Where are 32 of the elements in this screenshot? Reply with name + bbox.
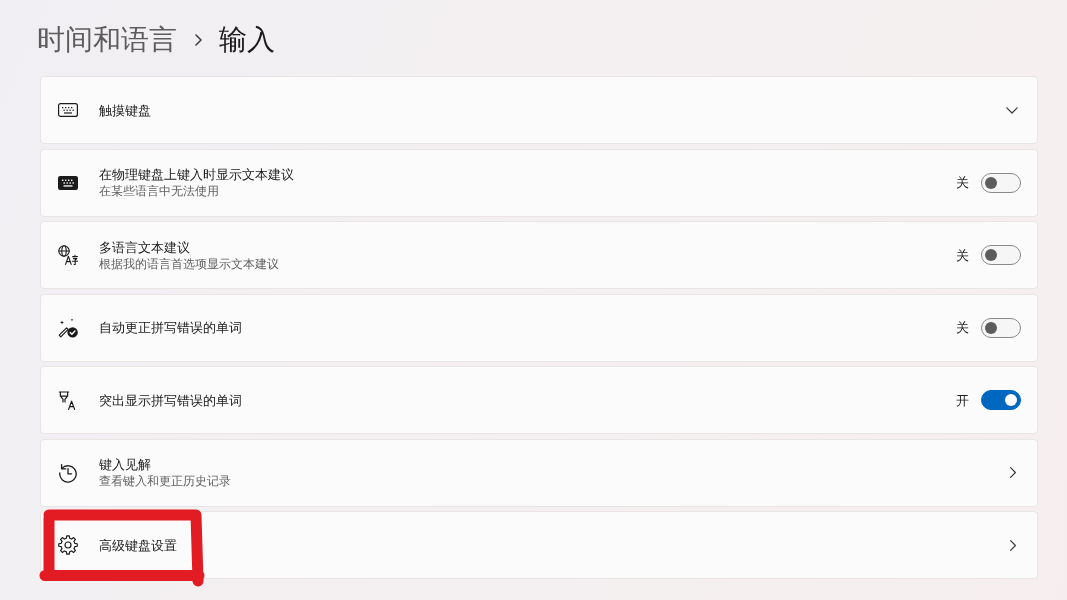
page-title: 输入 xyxy=(219,23,275,57)
toggle-state-label: 关 xyxy=(956,174,969,191)
highlighter-letter-icon xyxy=(58,390,78,410)
setting-title: 突出显示拼写错误的单词 xyxy=(99,391,242,409)
toggle-switch[interactable] xyxy=(981,245,1021,265)
setting-title: 键入见解 xyxy=(99,456,151,473)
setting-title: 多语言文本建议 xyxy=(99,238,190,256)
breadcrumb-link[interactable]: 时间和语言 xyxy=(37,23,177,57)
toggle-state-label: 关 xyxy=(956,319,969,336)
settings-icon xyxy=(58,535,78,555)
setting-title: 在物理键盘上键入时显示文本建议 xyxy=(99,166,294,183)
chevron-right-icon xyxy=(1010,467,1016,478)
setting-title: 自动更正拼写错误的单词 xyxy=(99,319,242,336)
setting-card[interactable]: 键入见解 查看键入和更正历史记录 xyxy=(40,438,1038,507)
keyboard-icon xyxy=(58,175,78,190)
chevron-right-icon xyxy=(195,34,202,46)
magic-wand-check-icon xyxy=(58,317,78,338)
setting-card[interactable]: 触摸键盘 xyxy=(40,76,1038,144)
history-icon xyxy=(58,462,78,483)
setting-description: 根据我的语言首选项显示文本建议 xyxy=(99,255,279,272)
toggle-switch[interactable] xyxy=(981,172,1021,193)
toggle-switch[interactable] xyxy=(981,317,1021,338)
toggle-state-label: 关 xyxy=(956,246,969,264)
chevron-right-icon xyxy=(1010,539,1016,551)
toggle-switch[interactable] xyxy=(981,390,1021,410)
setting-description: 在某些语言中无法使用 xyxy=(99,183,219,199)
setting-title: 触摸键盘 xyxy=(99,101,151,119)
setting-description: 查看键入和更正历史记录 xyxy=(99,473,231,489)
setting-title: 高级键盘设置 xyxy=(99,536,177,554)
globe-letter-icon xyxy=(58,245,78,265)
keyboard-icon xyxy=(58,103,78,117)
toggle-state-label: 开 xyxy=(956,391,969,409)
